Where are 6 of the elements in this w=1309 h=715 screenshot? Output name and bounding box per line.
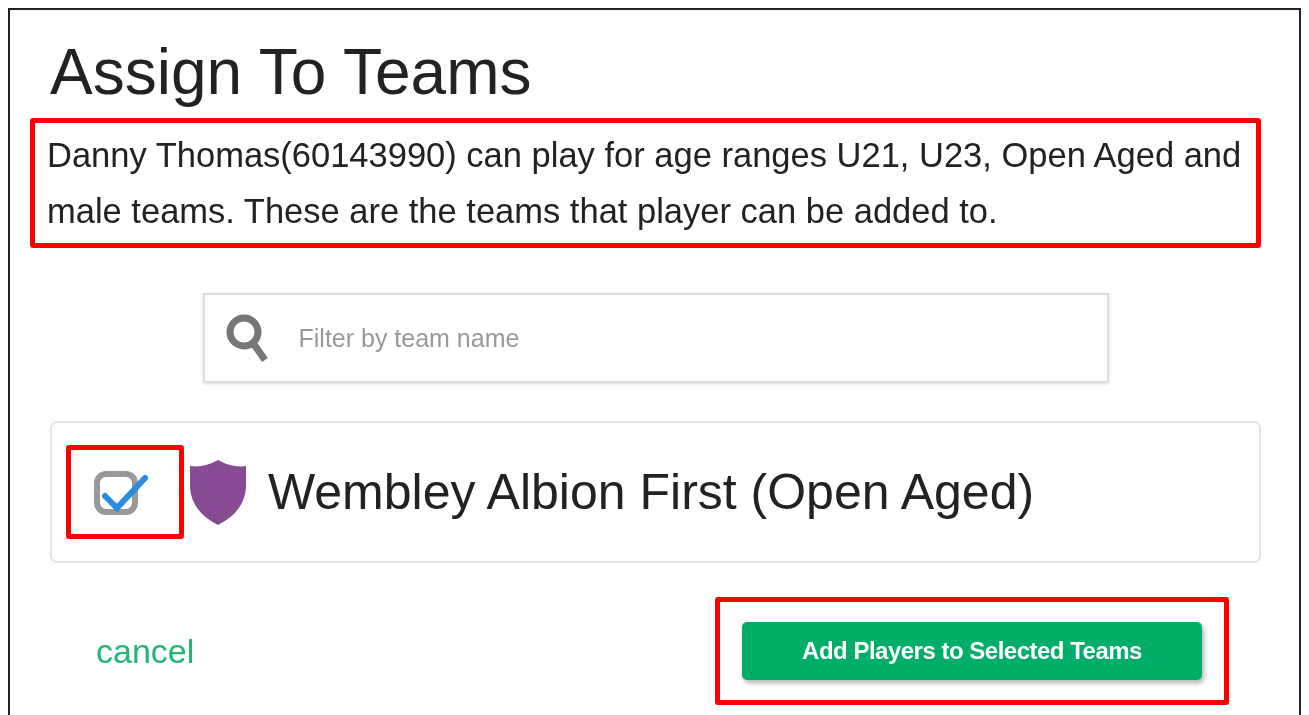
cancel-link[interactable]: cancel bbox=[96, 631, 195, 671]
add-players-button[interactable]: Add Players to Selected Teams bbox=[742, 622, 1202, 680]
shield-icon bbox=[188, 458, 248, 526]
team-name: Wembley Albion First (Open Aged) bbox=[268, 463, 1035, 521]
search-field[interactable]: Filter by team name bbox=[202, 293, 1109, 383]
description-text: Danny Thomas(60143990) can play for age ranges U21, U23, Open Aged and male teams. These are the teams that player can be added to. bbox=[47, 135, 1243, 232]
